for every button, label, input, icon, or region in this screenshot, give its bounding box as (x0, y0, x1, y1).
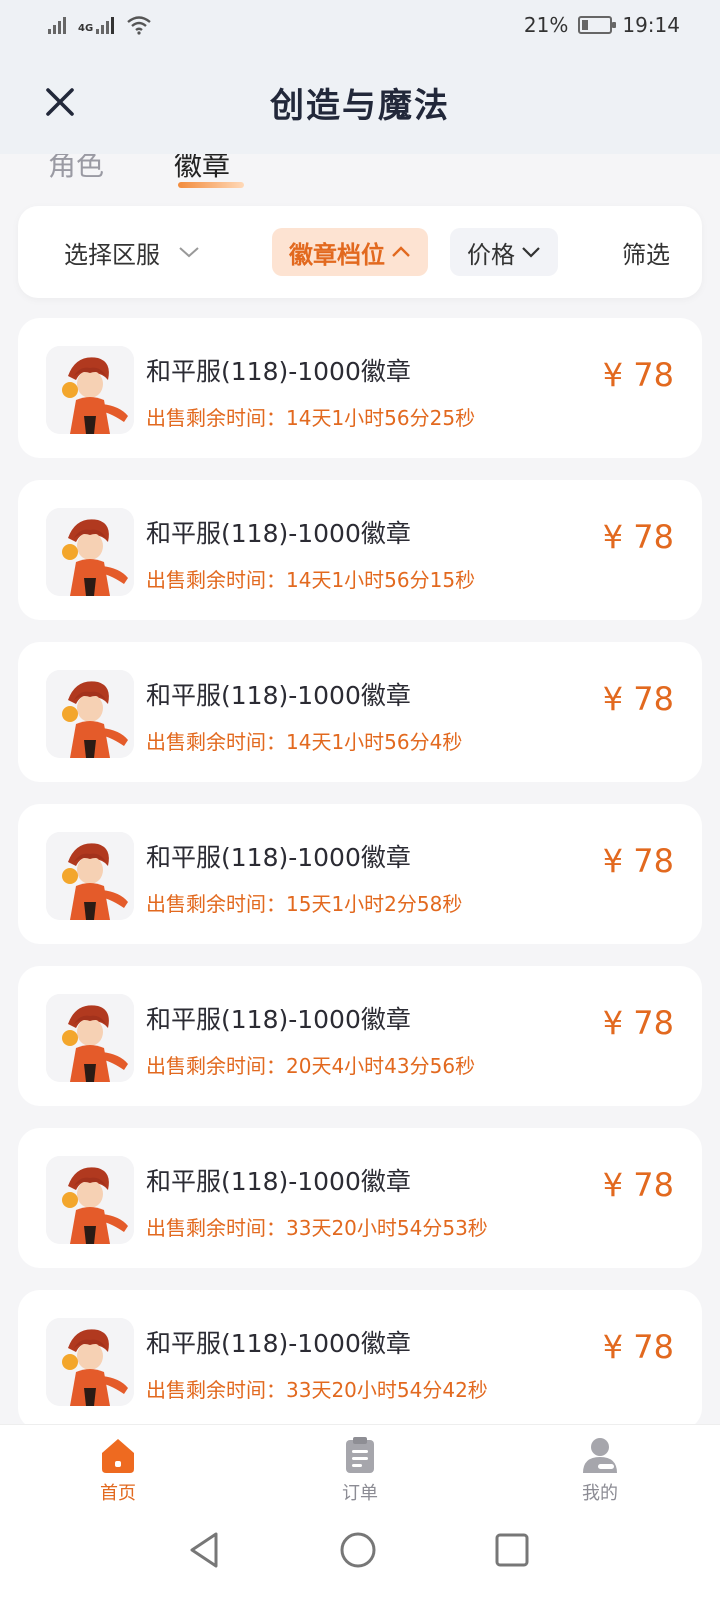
character-avatar-icon (46, 994, 134, 1082)
nav-home[interactable]: 首页 (78, 1435, 158, 1505)
listing-card[interactable]: 和平服(118)-1000徽章 出售剩余时间：33天20小时54分53秒 ¥ 7… (18, 1128, 702, 1268)
character-avatar-icon (46, 508, 134, 596)
listing-remaining-time: 出售剩余时间：20天4小时43分56秒 (146, 1054, 476, 1078)
home-icon (102, 1439, 134, 1473)
listing-price: ¥ 78 (602, 842, 674, 880)
listing-title: 和平服(118)-1000徽章 (146, 843, 411, 872)
header: 创造与魔法 (0, 50, 720, 154)
home-circle-icon[interactable] (338, 1530, 378, 1570)
nav-profile[interactable]: 我的 (560, 1435, 640, 1505)
listing-card[interactable]: 和平服(118)-1000徽章 出售剩余时间：15天1小时2分58秒 ¥ 78 (18, 804, 702, 944)
listing-thumbnail (46, 994, 134, 1082)
listing-title: 和平服(118)-1000徽章 (146, 1005, 411, 1034)
user-icon (583, 1438, 617, 1473)
filter-button-label: 筛选 (622, 240, 670, 269)
battery-icon (578, 16, 617, 34)
page-title: 创造与魔法 (270, 85, 450, 126)
close-button[interactable] (40, 82, 80, 122)
listing-remaining-time: 出售剩余时间：14天1小时56分15秒 (146, 568, 476, 592)
clock: 19:14 (622, 13, 680, 37)
chevron-down-icon (179, 247, 199, 258)
recents-square-icon[interactable] (492, 1530, 532, 1570)
tab-role[interactable]: 角色 (48, 154, 104, 184)
listing-title: 和平服(118)-1000徽章 (146, 357, 411, 386)
badge-level-label: 徽章档位 (289, 240, 385, 269)
listing-thumbnail (46, 1318, 134, 1406)
price-sort[interactable]: 价格 (450, 228, 558, 276)
listing-remaining-time: 出售剩余时间：14天1小时56分25秒 (146, 406, 476, 430)
listing-card[interactable]: 和平服(118)-1000徽章 出售剩余时间：33天20小时54分42秒 ¥ 7… (18, 1290, 702, 1430)
listing-thumbnail (46, 832, 134, 920)
listing-price: ¥ 78 (602, 518, 674, 556)
listing-title: 和平服(118)-1000徽章 (146, 1329, 411, 1358)
nav-orders[interactable]: 订单 (320, 1435, 400, 1505)
price-sort-label: 价格 (467, 240, 515, 269)
system-navigation-bar (0, 1508, 720, 1600)
clipboard-icon (346, 1437, 374, 1473)
filter-button[interactable]: 筛选 (622, 228, 670, 276)
back-icon[interactable] (186, 1530, 222, 1570)
active-tab-indicator (178, 182, 244, 188)
close-icon (46, 88, 74, 116)
region-select[interactable]: 选择区服 (64, 228, 200, 276)
listing-thumbnail (46, 1156, 134, 1244)
listing-remaining-time: 出售剩余时间：14天1小时56分4秒 (146, 730, 463, 754)
listing-price: ¥ 78 (602, 1004, 674, 1042)
listing-title: 和平服(118)-1000徽章 (146, 681, 411, 710)
signal-icon-2 (96, 16, 115, 34)
wifi-icon (127, 16, 151, 35)
listing-remaining-time: 出售剩余时间：33天20小时54分42秒 (146, 1378, 488, 1402)
listing-price: ¥ 78 (602, 1166, 674, 1204)
character-avatar-icon (46, 1318, 134, 1406)
nav-profile-label: 我的 (582, 1483, 618, 1504)
listing-thumbnail (46, 346, 134, 434)
character-avatar-icon (46, 1156, 134, 1244)
badge-level-sort[interactable]: 徽章档位 (272, 228, 428, 276)
listing-price: ¥ 78 (602, 1328, 674, 1366)
battery-percent: 21% (523, 13, 569, 37)
listing-thumbnail (46, 670, 134, 758)
region-select-label: 选择区服 (64, 240, 160, 269)
listing-remaining-time: 出售剩余时间：33天20小时54分53秒 (146, 1216, 488, 1240)
listing-price: ¥ 78 (602, 680, 674, 718)
tab-badge[interactable]: 徽章 (174, 154, 230, 184)
nav-home-label: 首页 (100, 1483, 136, 1504)
listing-card[interactable]: 和平服(118)-1000徽章 出售剩余时间：20天4小时43分56秒 ¥ 78 (18, 966, 702, 1106)
listing-card[interactable]: 和平服(118)-1000徽章 出售剩余时间：14天1小时56分25秒 ¥ 78 (18, 318, 702, 458)
listing-price: ¥ 78 (602, 356, 674, 394)
character-avatar-icon (46, 832, 134, 920)
chevron-up-icon (392, 246, 410, 257)
listing-title: 和平服(118)-1000徽章 (146, 1167, 411, 1196)
listing-card[interactable]: 和平服(118)-1000徽章 出售剩余时间：14天1小时56分4秒 ¥ 78 (18, 642, 702, 782)
chevron-down-icon (522, 247, 540, 258)
network-type: 4G (78, 23, 94, 34)
status-bar: 4G 21% 19:14 (0, 0, 720, 50)
character-avatar-icon (46, 346, 134, 434)
nav-orders-label: 订单 (342, 1483, 378, 1504)
character-avatar-icon (46, 670, 134, 758)
signal-icon (48, 16, 66, 34)
listing-thumbnail (46, 508, 134, 596)
listing-card[interactable]: 和平服(118)-1000徽章 出售剩余时间：14天1小时56分15秒 ¥ 78 (18, 480, 702, 620)
listing-title: 和平服(118)-1000徽章 (146, 519, 411, 548)
category-tabs: 角色 徽章 (0, 154, 720, 192)
filter-bar: 选择区服 徽章档位 价格 筛选 (18, 206, 702, 298)
bottom-nav: 首页 订单 我的 (0, 1424, 720, 1508)
listing-remaining-time: 出售剩余时间：15天1小时2分58秒 (146, 892, 463, 916)
